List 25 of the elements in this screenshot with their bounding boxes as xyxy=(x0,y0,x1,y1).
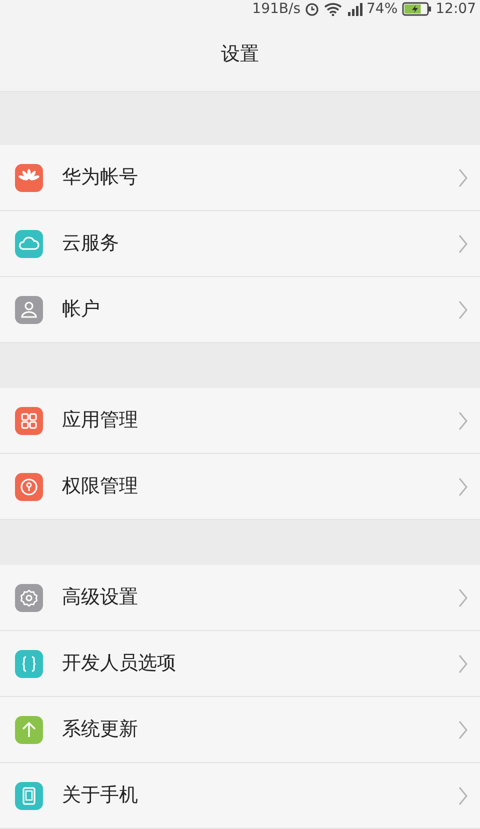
alarm-icon xyxy=(304,2,319,16)
chevron-right-icon xyxy=(458,168,468,188)
row-label: 华为帐号 xyxy=(62,165,138,190)
row-label: 云服务 xyxy=(62,231,119,256)
chevron-right-icon xyxy=(458,588,468,608)
row-label: 开发人员选项 xyxy=(62,651,176,676)
row-label: 关于手机 xyxy=(62,783,138,808)
network-speed: 191B/s xyxy=(252,1,301,17)
clock-time: 12:07 xyxy=(436,1,476,17)
chevron-right-icon xyxy=(458,720,468,740)
signal-icon xyxy=(346,2,363,16)
chevron-right-icon xyxy=(458,786,468,806)
row-label: 系统更新 xyxy=(62,717,138,742)
row-label: 帐户 xyxy=(62,297,100,322)
row-label: 应用管理 xyxy=(62,408,138,434)
wifi-icon xyxy=(322,2,343,16)
battery-percent: 74% xyxy=(366,1,398,17)
page-title: 设置 xyxy=(221,42,259,68)
chevron-right-icon xyxy=(458,654,468,674)
row-label: 高级设置 xyxy=(62,585,138,610)
chevron-right-icon xyxy=(458,476,468,496)
row-label: 权限管理 xyxy=(62,474,138,500)
chevron-right-icon xyxy=(458,234,468,254)
chevron-right-icon xyxy=(458,410,468,430)
chevron-right-icon xyxy=(458,300,468,320)
